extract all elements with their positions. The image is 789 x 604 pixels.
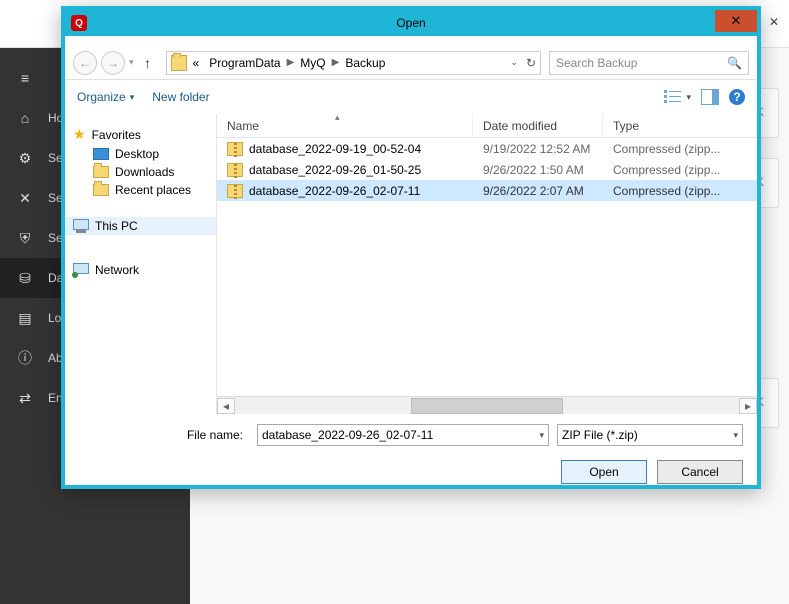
close-x-icon[interactable]: ✕ bbox=[769, 15, 779, 29]
toolbar: Organize ▾ New folder ▾ ? bbox=[65, 80, 757, 114]
star-icon: ★ bbox=[73, 126, 86, 143]
search-input[interactable] bbox=[556, 56, 727, 70]
scroll-right-button[interactable]: ▸ bbox=[739, 398, 757, 414]
navigation-pane: ★Favorites Desktop Downloads Recent plac… bbox=[65, 114, 217, 414]
column-name[interactable]: Name bbox=[217, 114, 473, 137]
column-date[interactable]: Date modified bbox=[473, 114, 603, 137]
forward-button: → bbox=[101, 51, 125, 75]
file-date: 9/26/2022 2:07 AM bbox=[473, 184, 603, 198]
navigation-bar: ← → ▾ ↑ « ProgramData ▶ MyQ ▶ Backup ⌄ ↻… bbox=[65, 46, 757, 80]
network-icon bbox=[73, 263, 89, 277]
file-rows: database_2022-09-19_00-52-04 9/19/2022 12… bbox=[217, 138, 757, 396]
folder-icon bbox=[171, 55, 187, 71]
file-list-pane: ▴ Name Date modified Type database_2022-… bbox=[217, 114, 757, 414]
info-icon: ⓘ bbox=[16, 348, 34, 368]
chevron-right-icon[interactable]: ▶ bbox=[332, 57, 340, 68]
file-type: Compressed (zipp... bbox=[603, 142, 757, 156]
file-row[interactable]: database_2022-09-26_01-50-25 9/26/2022 1:… bbox=[217, 159, 757, 180]
filename-input[interactable] bbox=[262, 428, 539, 442]
list-view-icon bbox=[664, 89, 684, 105]
column-type[interactable]: Type bbox=[603, 114, 757, 137]
scroll-track[interactable] bbox=[235, 398, 739, 414]
nav-this-pc[interactable]: This PC bbox=[65, 217, 216, 235]
log-icon: ▤ bbox=[16, 310, 34, 327]
file-type: Compressed (zipp... bbox=[603, 163, 757, 177]
history-dropdown-icon[interactable]: ▾ bbox=[129, 57, 134, 68]
search-icon[interactable]: 🔍 bbox=[727, 56, 742, 70]
help-icon[interactable]: ? bbox=[729, 89, 745, 105]
crumb-myq[interactable]: MyQ bbox=[296, 56, 329, 70]
dialog-title: Open bbox=[65, 16, 757, 30]
open-file-dialog: Q Open ✕ ← → ▾ ↑ « ProgramData ▶ MyQ ▶ B… bbox=[61, 6, 761, 489]
downloads-icon bbox=[93, 166, 109, 178]
home-icon: ⌂ bbox=[16, 110, 34, 126]
language-icon: ⇄ bbox=[16, 390, 34, 407]
zip-icon bbox=[227, 184, 243, 198]
dialog-footer: File name: ▾ ZIP File (*.zip) ▾ Open Can… bbox=[65, 414, 757, 484]
close-button[interactable]: ✕ bbox=[715, 10, 757, 32]
addr-dropdown-icon[interactable]: ⌄ bbox=[510, 57, 518, 68]
sort-indicator-icon: ▴ bbox=[335, 112, 340, 123]
titlebar[interactable]: Q Open ✕ bbox=[65, 10, 757, 36]
chevron-right-icon[interactable]: ▶ bbox=[287, 57, 295, 68]
crumb-programdata[interactable]: ProgramData bbox=[205, 56, 284, 70]
database-icon: ⛁ bbox=[16, 270, 34, 287]
up-button[interactable]: ↑ bbox=[138, 55, 158, 71]
zip-icon bbox=[227, 142, 243, 156]
filetype-combo[interactable]: ZIP File (*.zip) ▾ bbox=[557, 424, 743, 446]
crumb-backup[interactable]: Backup bbox=[341, 56, 389, 70]
file-date: 9/19/2022 12:52 AM bbox=[473, 142, 603, 156]
back-button[interactable]: ← bbox=[73, 51, 97, 75]
search-box[interactable]: 🔍 bbox=[549, 51, 749, 75]
column-headers: ▴ Name Date modified Type bbox=[217, 114, 757, 138]
nav-network[interactable]: Network bbox=[65, 261, 216, 279]
nav-recent[interactable]: Recent places bbox=[65, 181, 216, 199]
chevron-down-icon[interactable]: ▾ bbox=[539, 430, 544, 441]
nav-desktop[interactable]: Desktop bbox=[65, 145, 216, 163]
file-date: 9/26/2022 1:50 AM bbox=[473, 163, 603, 177]
preview-pane-button[interactable] bbox=[701, 89, 719, 105]
chevron-down-icon: ▾ bbox=[130, 92, 135, 103]
scroll-thumb[interactable] bbox=[411, 398, 562, 414]
file-row[interactable]: database_2022-09-26_02-07-11 9/26/2022 2:… bbox=[217, 180, 757, 201]
file-name: database_2022-09-26_02-07-11 bbox=[249, 184, 420, 198]
view-options-button[interactable]: ▾ bbox=[664, 89, 691, 105]
chevron-down-icon: ▾ bbox=[733, 430, 738, 441]
crumb-ellipsis[interactable]: « bbox=[189, 56, 204, 70]
file-type: Compressed (zipp... bbox=[603, 184, 757, 198]
chevron-down-icon: ▾ bbox=[686, 92, 691, 103]
horizontal-scrollbar[interactable]: ◂ ▸ bbox=[217, 396, 757, 414]
refresh-icon[interactable]: ↻ bbox=[526, 56, 536, 70]
cancel-button[interactable]: Cancel bbox=[657, 460, 743, 484]
open-button[interactable]: Open bbox=[561, 460, 647, 484]
scroll-left-button[interactable]: ◂ bbox=[217, 398, 235, 414]
file-name: database_2022-09-19_00-52-04 bbox=[249, 142, 421, 156]
address-bar[interactable]: « ProgramData ▶ MyQ ▶ Backup ⌄ ↻ bbox=[166, 51, 541, 75]
shield-icon: ⛨ bbox=[16, 230, 34, 247]
pc-icon bbox=[73, 219, 89, 233]
organize-button[interactable]: Organize ▾ bbox=[77, 90, 134, 104]
gear-icon: ⚙ bbox=[16, 150, 34, 167]
recent-icon bbox=[93, 184, 109, 196]
nav-downloads[interactable]: Downloads bbox=[65, 163, 216, 181]
new-folder-button[interactable]: New folder bbox=[152, 90, 209, 104]
zip-icon bbox=[227, 163, 243, 177]
sliders-icon: ✕ bbox=[16, 190, 34, 207]
file-row[interactable]: database_2022-09-19_00-52-04 9/19/2022 12… bbox=[217, 138, 757, 159]
desktop-icon bbox=[93, 148, 109, 160]
hamburger-icon: ≡ bbox=[16, 70, 34, 86]
nav-favorites[interactable]: ★Favorites bbox=[65, 124, 216, 145]
filename-label: File name: bbox=[79, 428, 249, 442]
file-name: database_2022-09-26_01-50-25 bbox=[249, 163, 421, 177]
filetype-value: ZIP File (*.zip) bbox=[562, 428, 638, 442]
filename-combo[interactable]: ▾ bbox=[257, 424, 549, 446]
